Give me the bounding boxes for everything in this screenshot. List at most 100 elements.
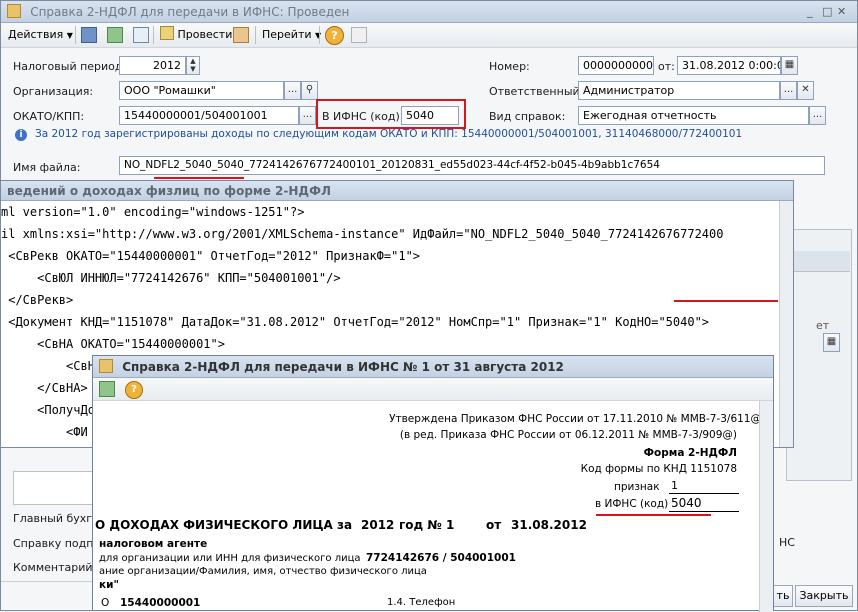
date-label: от: bbox=[658, 60, 675, 73]
window-controls: _ □ ✕ bbox=[807, 5, 851, 19]
actions-label: Действия bbox=[8, 28, 64, 41]
xml-window-titlebar[interactable]: ведений о доходах физлиц по форме 2-НДФЛ bbox=[1, 181, 793, 201]
print-window-icon bbox=[99, 359, 113, 373]
comment-label: Комментарий: bbox=[13, 561, 97, 574]
print-help-icon[interactable]: ? bbox=[125, 381, 143, 399]
okato-label: ОКАТО/КПП: bbox=[13, 110, 85, 123]
xml-line: <Документ КНД="1151078" ДатаДок="31.08.2… bbox=[1, 315, 710, 329]
okato-input[interactable]: 15440000001/504001001 bbox=[119, 106, 299, 125]
toolbar-separator bbox=[75, 26, 76, 44]
right-calendar-icon[interactable]: ▦ bbox=[823, 333, 840, 352]
org-select-button[interactable]: ... bbox=[284, 81, 301, 100]
agent-heading: налоговом агенте bbox=[99, 538, 208, 550]
filename-label: Имя файла: bbox=[13, 161, 81, 174]
print-window-titlebar[interactable]: Справка 2-НДФЛ для передачи в ИФНС № 1 о… bbox=[93, 356, 773, 378]
org-input[interactable]: ООО "Ромашки" bbox=[119, 81, 284, 100]
heading-year: 2012 bbox=[361, 518, 395, 532]
chevron-down-icon: ▼ bbox=[66, 31, 73, 40]
print-toolbar: ? bbox=[93, 378, 773, 401]
ifns-underline bbox=[669, 511, 739, 512]
kind-input[interactable]: Ежегодная отчетность bbox=[578, 106, 809, 125]
post-label: Провести bbox=[177, 28, 233, 41]
okato-select-button[interactable]: ... bbox=[299, 106, 316, 125]
detail-box bbox=[13, 471, 99, 505]
print-icon[interactable] bbox=[233, 27, 249, 43]
partial-bottom-button[interactable]: ть bbox=[773, 585, 793, 607]
heading-date: 31.08.2012 bbox=[511, 518, 587, 532]
calendar-icon[interactable]: ▦ bbox=[781, 56, 798, 75]
number-label: Номер: bbox=[489, 60, 530, 73]
inn-label: для организации или ИНН для физического … bbox=[99, 553, 361, 564]
main-toolbar: Действия ▼ Провести Перейти ▼ ? bbox=[1, 23, 857, 48]
sign-underline bbox=[669, 493, 739, 494]
info-text: За 2012 год зарегистрированы доходы по с… bbox=[35, 128, 743, 140]
main-window-titlebar[interactable]: Справка 2-НДФЛ для передачи в ИФНС: Пров… bbox=[1, 1, 857, 23]
period-label: Налоговый период: bbox=[13, 60, 127, 73]
period-input[interactable]: 2012 bbox=[119, 56, 186, 75]
heading-num: 1 bbox=[446, 518, 455, 532]
inn-value: 7724142676 / 504001001 bbox=[366, 552, 516, 564]
xml-line: <СвРекв ОКАТО="15440000001" ОтчетГод="20… bbox=[1, 249, 421, 263]
xml-scrollbar[interactable] bbox=[779, 201, 793, 447]
close-button[interactable]: Закрыть bbox=[795, 585, 853, 607]
org-label: ание организации/Фамилия, имя, отчество … bbox=[99, 566, 427, 577]
sign-label: признак bbox=[614, 481, 660, 493]
print-scrollbar[interactable] bbox=[759, 401, 773, 612]
help-icon[interactable]: ? bbox=[325, 26, 344, 45]
refresh-icon[interactable] bbox=[107, 27, 123, 43]
okato-prefix: О bbox=[101, 597, 110, 609]
responsible-label: Ответственный: bbox=[489, 85, 584, 98]
minimize-icon[interactable]: _ bbox=[807, 5, 813, 18]
ifns-red-underline bbox=[596, 514, 711, 516]
ifns-label: в ИФНС (код) bbox=[595, 498, 669, 510]
heading-left: О ДОХОДАХ ФИЗИЧЕСКОГО ЛИЦА за bbox=[95, 518, 353, 532]
right-panel-header bbox=[786, 251, 850, 272]
ifns-value: 5040 bbox=[671, 496, 702, 510]
approved-line-2: (в ред. Приказа ФНС России от 06.12.2011… bbox=[399, 429, 737, 441]
sign-value: 1 bbox=[671, 479, 678, 492]
actions-menu-button[interactable]: Действия ▼ bbox=[5, 26, 76, 44]
print-document: Утверждена Приказом ФНС России от 17.11.… bbox=[93, 401, 761, 612]
xml-line: ml version="1.0" encoding="windows-1251"… bbox=[1, 205, 305, 219]
goto-menu-button[interactable]: Перейти ▼ bbox=[259, 26, 324, 44]
main-window-title: Справка 2-НДФЛ для передачи в ИФНС: Пров… bbox=[30, 5, 350, 19]
right-panel-text: ет bbox=[816, 319, 830, 332]
xml-line: <СвНА ОКАТО="15440000001"> bbox=[1, 337, 225, 351]
xml-window-title: ведений о доходах физлиц по форме 2-НДФЛ bbox=[7, 184, 331, 198]
responsible-select-button[interactable]: ... bbox=[780, 81, 797, 100]
phone-label: 1.4. Телефон bbox=[387, 597, 456, 608]
print-window: Справка 2-НДФЛ для передачи в ИФНС № 1 о… bbox=[92, 355, 774, 612]
number-input[interactable]: 00000000001 bbox=[578, 56, 654, 75]
post-icon bbox=[160, 26, 174, 40]
toolbar-separator bbox=[153, 26, 154, 44]
responsible-clear-icon[interactable]: ✕ bbox=[797, 81, 814, 100]
goto-label: Перейти bbox=[262, 28, 312, 41]
maximize-icon[interactable]: □ bbox=[822, 5, 832, 18]
lightning-icon[interactable] bbox=[351, 27, 367, 43]
print-icon[interactable] bbox=[99, 381, 115, 397]
heading-mid: год № bbox=[399, 518, 442, 532]
copy-icon[interactable] bbox=[133, 27, 149, 43]
org-label: Организация: bbox=[13, 85, 94, 98]
responsible-input[interactable]: Администратор bbox=[578, 81, 780, 100]
ifns-highlight-box bbox=[316, 99, 466, 129]
xml-line: il xmlns:xsi="http://www.w3.org/2001/XML… bbox=[1, 227, 724, 241]
post-button[interactable]: Провести bbox=[157, 26, 235, 44]
okato-value: 15440000001 bbox=[120, 597, 201, 609]
kind-select-button[interactable]: ... bbox=[809, 106, 826, 125]
approved-line-1: Утверждена Приказом ФНС России от 17.11.… bbox=[389, 413, 761, 425]
save-icon[interactable] bbox=[81, 27, 97, 43]
xml-line: </СвРекв> bbox=[1, 293, 74, 307]
period-spinner[interactable]: ▲ ▼ bbox=[186, 56, 200, 75]
kodno-underline bbox=[674, 300, 778, 302]
filename-input[interactable]: NO_NDFL2_5040_5040_7724142676772400101_2… bbox=[119, 156, 825, 175]
close-icon[interactable]: ✕ bbox=[837, 5, 846, 18]
kind-label: Вид справок: bbox=[489, 110, 566, 123]
print-window-title: Справка 2-НДФЛ для передачи в ИФНС № 1 о… bbox=[122, 360, 564, 374]
toolbar-separator bbox=[255, 26, 256, 44]
date-input[interactable]: 31.08.2012 0:00:00 bbox=[677, 56, 781, 75]
form-name: Форма 2-НДФЛ bbox=[643, 447, 737, 459]
heading-from: от bbox=[486, 518, 502, 532]
knd-text: Код формы по КНД 1151078 bbox=[580, 463, 737, 475]
org-search-icon[interactable]: ⚲ bbox=[301, 81, 318, 100]
